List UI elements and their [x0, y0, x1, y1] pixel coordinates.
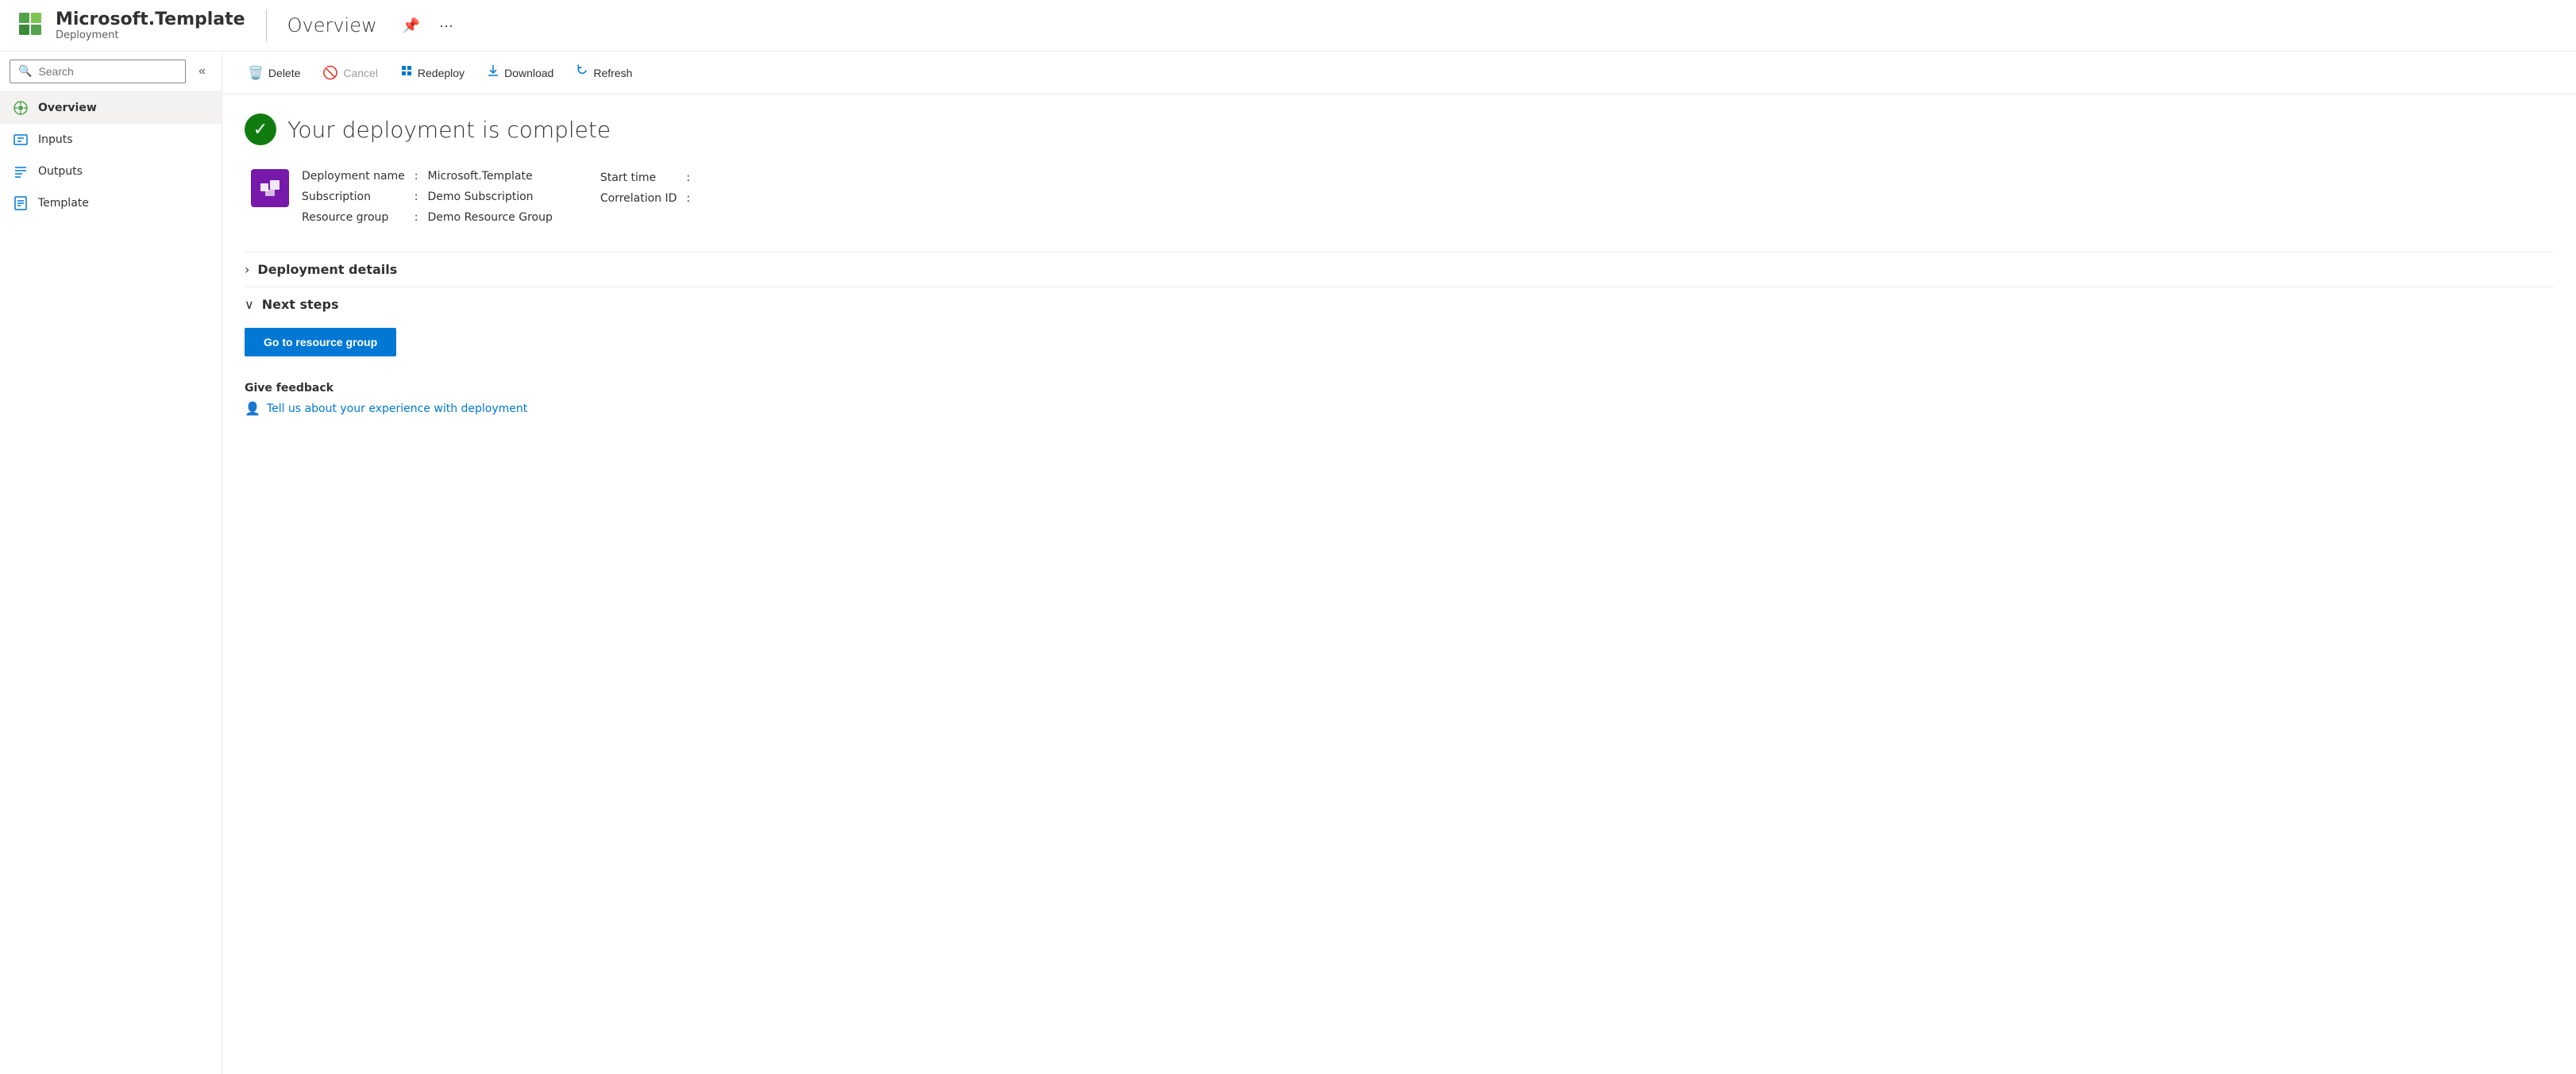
- search-input[interactable]: [38, 65, 177, 78]
- deployment-details-label: Deployment details: [257, 262, 397, 277]
- header-logo: Microsoft.Template Deployment: [16, 10, 245, 41]
- next-steps-section: ∨ Next steps Go to resource group: [245, 287, 2554, 375]
- deployment-name-label: Deployment name: [302, 167, 405, 185]
- colon-3: :: [411, 209, 422, 226]
- main-content: ✓ Your deployment is complete: [222, 94, 2576, 1074]
- delete-label: Delete: [268, 67, 300, 79]
- sidebar-item-template[interactable]: Template: [0, 187, 222, 219]
- colon-1: :: [411, 167, 422, 185]
- content-area: 🗑️ Delete 🚫 Cancel: [222, 52, 2576, 1074]
- refresh-button[interactable]: Refresh: [566, 60, 642, 86]
- more-options-button[interactable]: ···: [434, 14, 458, 37]
- sidebar: 🔍 « Overview: [0, 52, 222, 1074]
- feedback-link[interactable]: 👤 Tell us about your experience with dep…: [245, 401, 2554, 416]
- sidebar-item-outputs-label: Outputs: [38, 165, 83, 178]
- colon-4: :: [683, 169, 693, 187]
- colon-2: :: [411, 188, 422, 206]
- sidebar-item-outputs[interactable]: Outputs: [0, 156, 222, 187]
- deployment-details-section[interactable]: › Deployment details: [245, 252, 2554, 287]
- cancel-icon: 🚫: [322, 65, 338, 81]
- correlation-id-label: Correlation ID: [600, 190, 677, 207]
- deployment-info: Deployment name : Microsoft.Template Sub…: [251, 167, 2554, 226]
- header-actions: 📌 ···: [398, 14, 458, 37]
- search-icon: 🔍: [18, 65, 32, 78]
- feedback-section: Give feedback 👤 Tell us about your exper…: [245, 382, 2554, 416]
- sidebar-item-inputs[interactable]: Inputs: [0, 124, 222, 156]
- subscription-value: Demo Subscription: [428, 188, 553, 206]
- inputs-icon: [13, 132, 29, 148]
- download-label: Download: [504, 67, 553, 79]
- feedback-person-icon: 👤: [245, 401, 260, 416]
- next-steps-chevron: ∨: [245, 297, 254, 312]
- start-time-label: Start time: [600, 169, 677, 187]
- app-container: Microsoft.Template Deployment Overview 📌…: [0, 0, 2576, 1074]
- delete-button[interactable]: 🗑️ Delete: [238, 60, 310, 86]
- feedback-title: Give feedback: [245, 382, 2554, 395]
- outputs-icon: [13, 164, 29, 179]
- deployment-info-left: Deployment name : Microsoft.Template Sub…: [251, 167, 553, 226]
- feedback-link-text: Tell us about your experience with deplo…: [267, 402, 527, 415]
- info-table: Deployment name : Microsoft.Template Sub…: [302, 167, 553, 226]
- cancel-label: Cancel: [343, 67, 378, 79]
- header-title-group: Microsoft.Template Deployment: [56, 10, 245, 41]
- sidebar-item-inputs-label: Inputs: [38, 133, 73, 146]
- next-steps-header[interactable]: ∨ Next steps: [245, 287, 2554, 321]
- page-title: Overview: [287, 14, 377, 37]
- next-steps-label: Next steps: [262, 297, 339, 312]
- refresh-label: Refresh: [593, 67, 632, 79]
- download-icon: [487, 64, 499, 81]
- toolbar: 🗑️ Delete 🚫 Cancel: [222, 52, 2576, 94]
- header: Microsoft.Template Deployment Overview 📌…: [0, 0, 2576, 52]
- resource-group-label: Resource group: [302, 209, 405, 226]
- app-title: Microsoft.Template: [56, 10, 245, 29]
- colon-5: :: [683, 190, 693, 207]
- collapse-sidebar-button[interactable]: «: [192, 61, 212, 82]
- search-wrapper[interactable]: 🔍: [10, 60, 186, 83]
- cancel-button[interactable]: 🚫 Cancel: [313, 60, 388, 86]
- sidebar-item-overview-label: Overview: [38, 102, 97, 114]
- overview-icon: [13, 100, 29, 116]
- go-to-resource-group-label: Go to resource group: [264, 336, 377, 348]
- go-to-resource-group-button[interactable]: Go to resource group: [245, 328, 396, 356]
- redeploy-button[interactable]: Redeploy: [391, 60, 474, 86]
- status-message: Your deployment is complete: [287, 117, 611, 143]
- resource-group-value: Demo Resource Group: [428, 209, 553, 226]
- redeploy-label: Redeploy: [418, 67, 465, 79]
- status-success-icon: ✓: [245, 114, 276, 145]
- azure-logo-icon: [16, 10, 48, 41]
- sidebar-item-overview[interactable]: Overview: [0, 92, 222, 124]
- deployment-resource-icon: [251, 169, 289, 207]
- next-steps-content: Go to resource group: [245, 321, 2554, 375]
- deployment-details-chevron: ›: [245, 262, 249, 277]
- subscription-label: Subscription: [302, 188, 405, 206]
- delete-icon: 🗑️: [248, 65, 264, 81]
- header-divider: [266, 10, 267, 41]
- pin-button[interactable]: 📌: [398, 14, 425, 37]
- sidebar-item-template-label: Template: [38, 197, 89, 210]
- app-subtitle: Deployment: [56, 29, 245, 41]
- refresh-icon: [576, 64, 588, 81]
- main-layout: 🔍 « Overview: [0, 52, 2576, 1074]
- deployment-name-value: Microsoft.Template: [428, 167, 553, 185]
- deployment-info-right: Start time : Correlation ID :: [600, 169, 700, 226]
- redeploy-icon: [400, 64, 413, 81]
- download-button[interactable]: Download: [477, 60, 563, 86]
- deployment-status: ✓ Your deployment is complete: [245, 114, 2554, 145]
- search-container: 🔍 «: [0, 52, 222, 92]
- template-icon: [13, 195, 29, 211]
